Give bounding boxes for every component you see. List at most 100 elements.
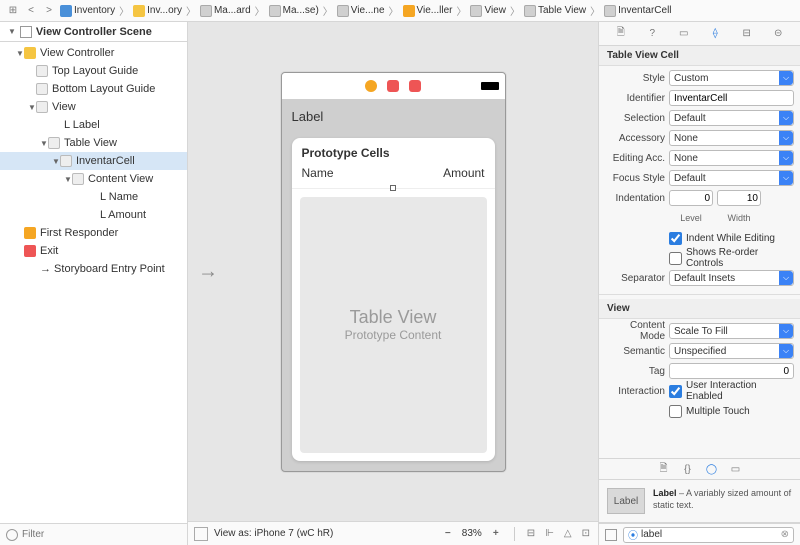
outline-item-label: Exit: [40, 245, 183, 257]
crumb-3[interactable]: Ma...se): [267, 5, 321, 17]
semantic-select[interactable]: Unspecified⌵: [669, 343, 794, 359]
pin-icon[interactable]: ⊩: [543, 528, 556, 539]
outline-toggle-icon[interactable]: [194, 527, 208, 541]
outline-item-icon: [24, 47, 36, 59]
outline-item-label: L Name: [100, 191, 183, 203]
clear-search-icon[interactable]: ⊗: [781, 529, 789, 540]
cell-amount-label[interactable]: Amount: [443, 166, 484, 180]
prototype-cells-header: Prototype Cells: [292, 138, 495, 164]
embed-icon[interactable]: ⊡: [580, 528, 592, 539]
outline-item-icon: [84, 191, 96, 203]
outline-header-label: View Controller Scene: [36, 26, 152, 38]
selection-handle[interactable]: [390, 185, 396, 191]
crumb-1[interactable]: Inv...ory: [131, 5, 184, 17]
outline-item-label: L Label: [64, 119, 183, 131]
outline-scene-header[interactable]: View Controller Scene: [0, 22, 187, 42]
battery-icon: [481, 82, 499, 90]
library-view-toggle[interactable]: [605, 529, 617, 541]
outline-item-icon: [48, 119, 60, 131]
disclosure-icon[interactable]: ▼: [52, 157, 60, 166]
indent-level-input[interactable]: [669, 190, 713, 206]
outline-row[interactable]: Bottom Layout Guide: [0, 80, 187, 98]
outline-row[interactable]: ▼Content View: [0, 170, 187, 188]
crumb-2[interactable]: Ma...ard: [198, 5, 253, 17]
uie-checkbox[interactable]: [669, 385, 682, 398]
crumb-6[interactable]: View: [468, 5, 508, 17]
separator-select[interactable]: Default Insets⌵: [669, 270, 794, 286]
selection-select[interactable]: Default⌵: [669, 110, 794, 126]
zoom-out-button[interactable]: −: [440, 528, 456, 539]
focus-style-select[interactable]: Default⌵: [669, 170, 794, 186]
crumb-0[interactable]: Inventory: [58, 5, 117, 17]
outline-row[interactable]: ▼ View Controller: [0, 44, 187, 62]
outline-row[interactable]: Exit: [0, 242, 187, 260]
reorder-checkbox[interactable]: [669, 252, 682, 265]
outline-row[interactable]: L Amount: [0, 206, 187, 224]
canvas: → Label Prototype Cells Name: [188, 22, 598, 545]
crumb-8[interactable]: InventarCell: [602, 5, 673, 17]
library-search[interactable]: ⦿ label ⊗: [623, 527, 794, 543]
document-outline: View Controller Scene ▼ View Controller To…: [0, 22, 188, 545]
size-inspector-tab[interactable]: ⊟: [739, 26, 755, 42]
attributes-inspector-tab[interactable]: ⟠: [707, 26, 723, 42]
indent-width-input[interactable]: [717, 190, 761, 206]
outline-item-label: First Responder: [40, 227, 183, 239]
outline-row[interactable]: First Responder: [0, 224, 187, 242]
crumb-5[interactable]: Vie...ller: [401, 5, 455, 17]
outline-item-icon: [24, 227, 36, 239]
forward-icon[interactable]: >: [42, 4, 56, 18]
disclosure-icon[interactable]: ▼: [16, 49, 24, 58]
connections-inspector-tab[interactable]: ⊝: [770, 26, 786, 42]
entry-point-arrow-icon: →: [198, 260, 218, 283]
outline-row[interactable]: ▼Table View: [0, 134, 187, 152]
exit-icon: [409, 80, 421, 92]
outline-row[interactable]: ▼InventarCell: [0, 152, 187, 170]
scene-icon: [20, 26, 32, 38]
related-items-icon[interactable]: ⊞: [6, 4, 20, 18]
media-library-tab[interactable]: ▭: [729, 462, 743, 476]
align-icon[interactable]: ⊟: [525, 528, 537, 539]
content-mode-select[interactable]: Scale To Fill⌵: [669, 323, 794, 339]
indent-while-editing-checkbox[interactable]: [669, 232, 682, 245]
zoom-value[interactable]: 83%: [462, 528, 482, 539]
identity-inspector-tab[interactable]: ▭: [676, 26, 692, 42]
zoom-in-button[interactable]: +: [488, 528, 504, 539]
view-controller-bar[interactable]: [282, 73, 505, 99]
vc-icon: [365, 80, 377, 92]
prototype-cell[interactable]: Name Amount: [292, 164, 495, 189]
disclosure-icon[interactable]: ▼: [40, 139, 48, 148]
outline-row[interactable]: L Name: [0, 188, 187, 206]
code-snippet-tab[interactable]: {}: [681, 462, 695, 476]
outline-item-label: View Controller: [40, 47, 183, 59]
cell-name-label[interactable]: Name: [302, 166, 334, 180]
outline-row[interactable]: Top Layout Guide: [0, 62, 187, 80]
canvas-label[interactable]: Label: [292, 109, 495, 124]
outline-row[interactable]: → Storyboard Entry Point: [0, 260, 187, 278]
back-icon[interactable]: <: [24, 4, 38, 18]
file-template-tab[interactable]: 🗎: [657, 462, 671, 476]
outline-filter-input[interactable]: [22, 529, 181, 540]
outline-item-icon: [36, 83, 48, 95]
view-as-label[interactable]: View as: iPhone 7 (wC hR): [214, 528, 333, 539]
device-frame[interactable]: Label Prototype Cells Name Amount Table …: [281, 72, 506, 472]
crumb-4[interactable]: Vie...ne: [335, 5, 387, 17]
quick-help-tab[interactable]: ?: [644, 26, 660, 42]
library-item[interactable]: Label Label – A variably sized amount of…: [599, 480, 800, 523]
search-icon: ⦿: [628, 527, 638, 542]
multitouch-checkbox[interactable]: [669, 405, 682, 418]
filter-icon[interactable]: [6, 529, 18, 541]
style-select[interactable]: Custom⌵: [669, 70, 794, 86]
tag-input[interactable]: [669, 363, 794, 379]
accessory-select[interactable]: None⌵: [669, 130, 794, 146]
identifier-input[interactable]: [669, 90, 794, 106]
editing-acc-select[interactable]: None⌵: [669, 150, 794, 166]
resolve-icon[interactable]: △: [562, 528, 574, 539]
disclosure-icon[interactable]: ▼: [28, 103, 36, 112]
disclosure-icon[interactable]: ▼: [64, 175, 72, 184]
outline-row[interactable]: ▼View: [0, 98, 187, 116]
object-library-tab[interactable]: ◯: [705, 462, 719, 476]
outline-row[interactable]: L Label: [0, 116, 187, 134]
file-inspector-tab[interactable]: 🗎: [613, 26, 629, 42]
table-view[interactable]: Prototype Cells Name Amount Table View P…: [292, 138, 495, 461]
crumb-7[interactable]: Table View: [522, 5, 588, 17]
